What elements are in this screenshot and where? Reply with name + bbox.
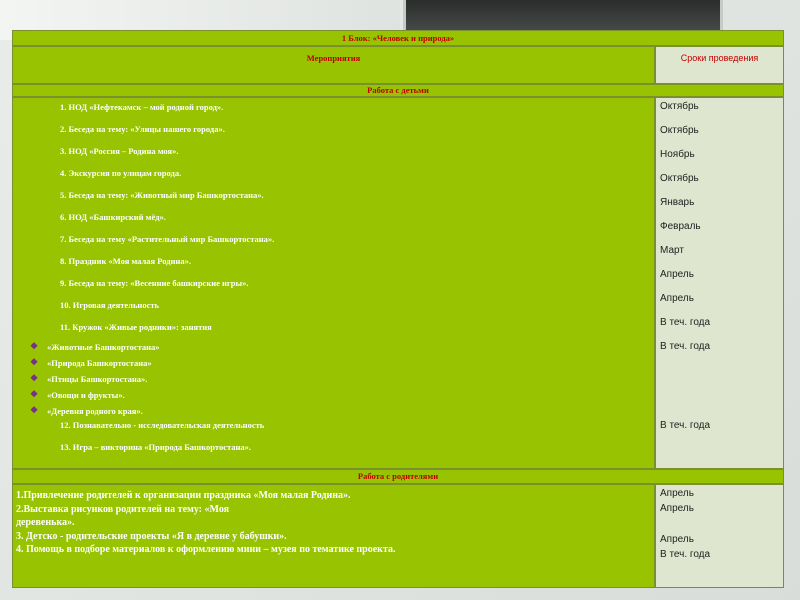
parents-line: деревенька». (16, 517, 75, 528)
parents-dates-cell: Апрель Апрель Апрель В теч. года (655, 484, 784, 588)
date-value: Октябрь (660, 173, 699, 184)
block-title: 1 Блок: «Человек и природа» (12, 30, 784, 46)
section-children-title: Работа с детьми (12, 84, 784, 97)
list-item: 11. Кружок «Живые родники»: занятия (60, 322, 212, 332)
list-item: 13. Игра – викторина «Природа Башкортост… (60, 442, 252, 452)
date-value: Октябрь (660, 125, 699, 136)
slide-top-bar (403, 0, 723, 32)
list-item: 8. Праздник «Моя малая Родина». (60, 256, 191, 266)
section-row-children: Работа с детьми (12, 84, 784, 97)
date-value: Март (660, 245, 684, 256)
date-value: Ноябрь (660, 149, 695, 160)
list-item: 10. Игровая деятельность (60, 300, 160, 310)
list-item: 1. НОД «Нефтекамск – мой родной город». (60, 102, 224, 112)
header-dates: Сроки проведения (655, 46, 784, 84)
club-topic-item: ❖ «Животные Башкортостана» (30, 341, 160, 352)
list-item: 3. НОД «Россия – Родина моя». (60, 146, 179, 156)
parents-events-cell: 1.Привлечение родителей к организации пр… (12, 484, 655, 588)
date-value: В теч. года (660, 549, 711, 560)
plan-table: 1 Блок: «Человек и природа» Мероприятия … (12, 30, 784, 588)
date-value: Апрель (660, 488, 694, 499)
list-item: 4. Экскурсия по улицам города. (60, 168, 182, 178)
parents-line: 3. Детско - родительские проекты «Я в де… (16, 530, 287, 542)
list-item: 12. Познавательно - исследовательская де… (60, 420, 265, 430)
date-value: Февраль (660, 221, 701, 232)
parents-row: 1.Привлечение родителей к организации пр… (12, 484, 784, 588)
list-item: 7. Беседа на тему «Растительный мир Башк… (60, 234, 275, 244)
date-value: Апрель (660, 269, 694, 280)
club-topic-item: ❖ «Овощи и фрукты». (30, 389, 125, 400)
header-events: Мероприятия (12, 46, 655, 84)
date-value: Апрель (660, 534, 694, 545)
date-value: Январь (660, 197, 695, 208)
children-events-cell: 1. НОД «Нефтекамск – мой родной город». … (12, 97, 655, 469)
header-row: Мероприятия Сроки проведения (12, 46, 784, 84)
parents-line: 4. Помощь в подборе материалов к оформле… (16, 544, 396, 555)
parents-line: 2.Выставка рисунков родителей на тему: «… (16, 503, 230, 515)
section-parents-title: Работа с родителями (12, 469, 784, 484)
section-row-parents: Работа с родителями (12, 469, 784, 484)
date-value: В теч. года (660, 420, 711, 431)
diamond-bullet-icon: ❖ (30, 357, 39, 367)
club-topic-item: ❖ «Деревня родного края». (30, 405, 143, 416)
list-item: 6. НОД «Башкирский мёд». (60, 212, 166, 222)
club-topic-item: ❖ «Птицы Башкортостана». (30, 373, 148, 384)
children-dates-cell: Октябрь Октябрь Ноябрь Октябрь Январь Фе… (655, 97, 784, 469)
list-item: 2. Беседа на тему: «Улицы нашего города»… (60, 124, 225, 134)
date-value: В теч. года (660, 341, 711, 352)
diamond-bullet-icon: ❖ (30, 373, 39, 383)
diamond-bullet-icon: ❖ (30, 389, 39, 399)
parents-line: 1.Привлечение родителей к организации пр… (16, 490, 351, 501)
children-row: 1. НОД «Нефтекамск – мой родной город». … (12, 97, 784, 469)
date-value: Октябрь (660, 101, 699, 112)
date-value: В теч. года (660, 317, 711, 328)
date-value: Апрель (660, 293, 694, 304)
date-value: Апрель (660, 503, 694, 514)
club-topic-item: ❖ «Природа Башкортостана» (30, 357, 152, 368)
title-row: 1 Блок: «Человек и природа» (12, 30, 784, 46)
diamond-bullet-icon: ❖ (30, 405, 39, 415)
list-item: 9. Беседа на тему: «Весенние башкирские … (60, 278, 249, 288)
diamond-bullet-icon: ❖ (30, 341, 39, 351)
list-item: 5. Беседа на тему: «Животный мир Башкорт… (60, 190, 264, 200)
